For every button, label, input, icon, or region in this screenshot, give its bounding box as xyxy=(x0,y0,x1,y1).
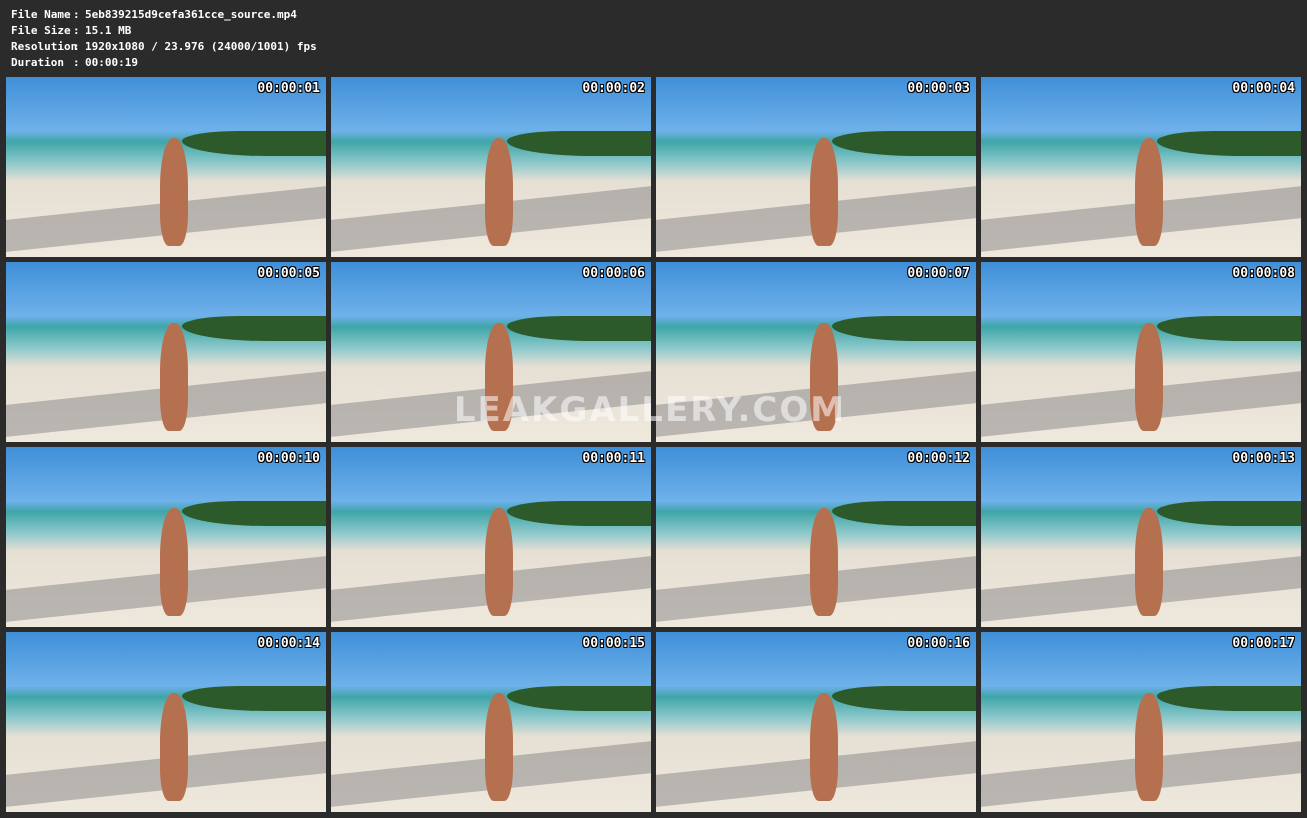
scene-figure xyxy=(809,323,839,432)
frame-timestamp: 00:00:15 xyxy=(582,636,645,651)
info-value: 00:00:19 xyxy=(85,56,138,69)
scene-trees xyxy=(1157,131,1301,157)
info-value: 1920x1080 / 23.976 (24000/1001) fps xyxy=(85,40,317,53)
info-row-resolution: Resolution:1920x1080 / 23.976 (24000/100… xyxy=(11,39,317,55)
scene-trees xyxy=(182,501,326,527)
video-frame-thumbnail: 00:00:02 xyxy=(331,77,651,257)
scene-figure xyxy=(159,138,189,247)
frame-timestamp: 00:00:17 xyxy=(1232,636,1295,651)
info-key: Resolution xyxy=(11,40,78,53)
scene-trees xyxy=(182,316,326,342)
scene-trees xyxy=(1157,501,1301,527)
frame-timestamp: 00:00:06 xyxy=(582,266,645,281)
info-separator: : xyxy=(73,40,80,53)
scene-figure xyxy=(1134,508,1164,617)
scene-trees xyxy=(182,686,326,712)
scene-trees xyxy=(507,316,651,342)
scene-figure xyxy=(484,138,514,247)
video-frame-thumbnail: 00:00:07 xyxy=(656,262,976,442)
scene-trees xyxy=(507,686,651,712)
frame-timestamp: 00:00:05 xyxy=(257,266,320,281)
frame-timestamp: 00:00:03 xyxy=(907,81,970,96)
scene-figure xyxy=(1134,693,1164,802)
scene-figure xyxy=(484,323,514,432)
frame-timestamp: 00:00:13 xyxy=(1232,451,1295,466)
scene-trees xyxy=(832,131,976,157)
scene-trees xyxy=(1157,316,1301,342)
info-row-file-size: File Size:15.1 MB xyxy=(11,23,317,39)
scene-trees xyxy=(507,501,651,527)
scene-trees xyxy=(832,501,976,527)
frame-timestamp: 00:00:01 xyxy=(257,81,320,96)
scene-figure xyxy=(484,693,514,802)
info-key: Duration xyxy=(11,56,64,69)
video-frame-thumbnail: 00:00:01 xyxy=(6,77,326,257)
video-frame-thumbnail: 00:00:10 xyxy=(6,447,326,627)
info-separator: : xyxy=(73,24,80,37)
frame-timestamp: 00:00:04 xyxy=(1232,81,1295,96)
frame-timestamp: 00:00:07 xyxy=(907,266,970,281)
video-frame-thumbnail: 00:00:13 xyxy=(981,447,1301,627)
info-separator: : xyxy=(73,56,80,69)
scene-figure xyxy=(484,508,514,617)
info-key: File Name xyxy=(11,8,71,21)
video-frame-thumbnail: 00:00:06 xyxy=(331,262,651,442)
video-frame-thumbnail: 00:00:15 xyxy=(331,632,651,812)
video-frame-thumbnail: 00:00:14 xyxy=(6,632,326,812)
scene-trees xyxy=(182,131,326,157)
info-row-duration: Duration:00:00:19 xyxy=(11,55,317,71)
video-frame-thumbnail: 00:00:11 xyxy=(331,447,651,627)
frame-timestamp: 00:00:11 xyxy=(582,451,645,466)
thumbnail-grid: 00:00:01 00:00:02 00:00:03 00:00:04 00:00:05… xyxy=(6,77,1301,812)
video-frame-thumbnail: 00:00:16 xyxy=(656,632,976,812)
scene-figure xyxy=(809,138,839,247)
info-key: File Size xyxy=(11,24,71,37)
scene-figure xyxy=(809,693,839,802)
video-frame-thumbnail: 00:00:04 xyxy=(981,77,1301,257)
scene-figure xyxy=(159,323,189,432)
info-value: 15.1 MB xyxy=(85,24,132,37)
frame-timestamp: 00:00:10 xyxy=(257,451,320,466)
video-frame-thumbnail: 00:00:08 xyxy=(981,262,1301,442)
file-info-panel: File Name:5eb839215d9cefa361cce_source.m… xyxy=(11,7,317,71)
video-frame-thumbnail: 00:00:12 xyxy=(656,447,976,627)
frame-timestamp: 00:00:14 xyxy=(257,636,320,651)
scene-figure xyxy=(1134,323,1164,432)
info-value: 5eb839215d9cefa361cce_source.mp4 xyxy=(85,8,297,21)
scene-figure xyxy=(1134,138,1164,247)
frame-timestamp: 00:00:12 xyxy=(907,451,970,466)
scene-trees xyxy=(1157,686,1301,712)
scene-trees xyxy=(832,686,976,712)
frame-timestamp: 00:00:02 xyxy=(582,81,645,96)
video-frame-thumbnail: 00:00:05 xyxy=(6,262,326,442)
video-frame-thumbnail: 00:00:03 xyxy=(656,77,976,257)
frame-timestamp: 00:00:08 xyxy=(1232,266,1295,281)
scene-trees xyxy=(832,316,976,342)
frame-timestamp: 00:00:16 xyxy=(907,636,970,651)
scene-figure xyxy=(809,508,839,617)
info-row-file-name: File Name:5eb839215d9cefa361cce_source.m… xyxy=(11,7,317,23)
scene-figure xyxy=(159,508,189,617)
scene-figure xyxy=(159,693,189,802)
info-separator: : xyxy=(73,8,80,21)
video-frame-thumbnail: 00:00:17 xyxy=(981,632,1301,812)
scene-trees xyxy=(507,131,651,157)
